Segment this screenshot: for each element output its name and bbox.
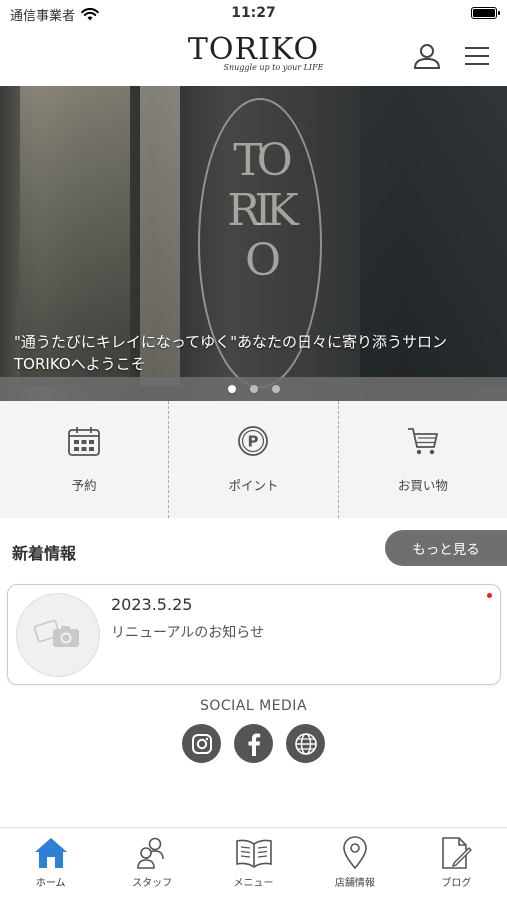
social-icons: [0, 724, 507, 763]
news-item[interactable]: 2023.5.25 リニューアルのお知らせ: [7, 584, 501, 685]
cart-icon: [407, 428, 438, 455]
point-icon: P: [238, 426, 269, 456]
news-section-header: 新着情報 もっと見る: [0, 530, 507, 570]
news-title: 新着情報: [12, 544, 77, 563]
news-text: リニューアルのお知らせ: [111, 625, 265, 641]
social-title: SOCIAL MEDIA: [199, 698, 308, 714]
hero-caption-line2: TORIKOへようこそ: [14, 355, 146, 373]
shopping-label: お買い物: [397, 478, 448, 493]
unread-indicator: [487, 593, 492, 598]
facebook-icon[interactable]: [234, 724, 273, 763]
staff-icon: [137, 837, 164, 869]
tab-store-info[interactable]: 店舗情報: [304, 828, 405, 900]
tab-menu-label: メニュー: [233, 878, 274, 889]
account-icon[interactable]: [411, 40, 443, 72]
news-thumbnail: [16, 593, 100, 677]
point-label: ポイント: [228, 478, 279, 493]
hamburger-menu-icon[interactable]: [461, 40, 493, 72]
tab-blog-label: ブログ: [441, 878, 472, 889]
svg-text:P: P: [248, 433, 259, 451]
reservation-button[interactable]: 予約: [0, 401, 168, 518]
photo-placeholder-icon: [33, 619, 79, 647]
tab-staff-label: スタッフ: [132, 878, 173, 889]
menu-book-icon: [235, 839, 272, 868]
tab-home[interactable]: ホーム: [0, 828, 101, 900]
point-button[interactable]: P ポイント: [168, 401, 337, 518]
storefront-logo-text: TORIKO: [227, 135, 298, 286]
battery-icon: [471, 7, 500, 19]
see-more-button[interactable]: もっと見る: [385, 530, 507, 566]
home-icon: [34, 838, 67, 868]
clock: 11:27: [231, 5, 276, 21]
tab-staff[interactable]: スタッフ: [101, 828, 202, 900]
quick-actions: 予約 P ポイント お買い物: [0, 401, 507, 518]
slide-dot[interactable]: [249, 385, 258, 393]
instagram-icon[interactable]: [182, 724, 221, 763]
reservation-label: 予約: [71, 478, 97, 493]
news-date: 2023.5.25: [111, 595, 193, 614]
tab-blog[interactable]: ブログ: [406, 828, 507, 900]
hero-caption-line1: "通うたびにキレイになってゆく"あなたの日々に寄り添うサロン: [14, 333, 448, 351]
slide-dot[interactable]: [271, 385, 280, 393]
location-icon: [343, 836, 367, 870]
blog-icon: [442, 837, 473, 869]
hero-caption: "通うたびにキレイになってゆく"あなたの日々に寄り添うサロン TORIKOへよう…: [14, 331, 494, 375]
slide-dot[interactable]: [227, 385, 236, 393]
calendar-icon: [68, 427, 101, 456]
tab-menu[interactable]: メニュー: [203, 828, 304, 900]
tab-store-info-label: 店舗情報: [334, 878, 375, 889]
hero-slider[interactable]: TORIKO "通うたびにキレイになってゆく"あなたの日々に寄り添うサロン TO…: [0, 86, 507, 401]
tab-home-label: ホーム: [35, 878, 66, 889]
social-media-section: SOCIAL MEDIA: [0, 698, 507, 763]
bottom-tab-bar: ホーム スタッフ メニュー 店舗情報 ブログ: [0, 827, 507, 900]
slider-pagination: [0, 377, 507, 401]
shopping-button[interactable]: お買い物: [337, 401, 507, 518]
app-header: TORIKO Snuggle up to your LIFE: [0, 26, 507, 86]
status-bar: 通信事業者 11:27: [0, 0, 507, 26]
web-icon[interactable]: [286, 724, 325, 763]
